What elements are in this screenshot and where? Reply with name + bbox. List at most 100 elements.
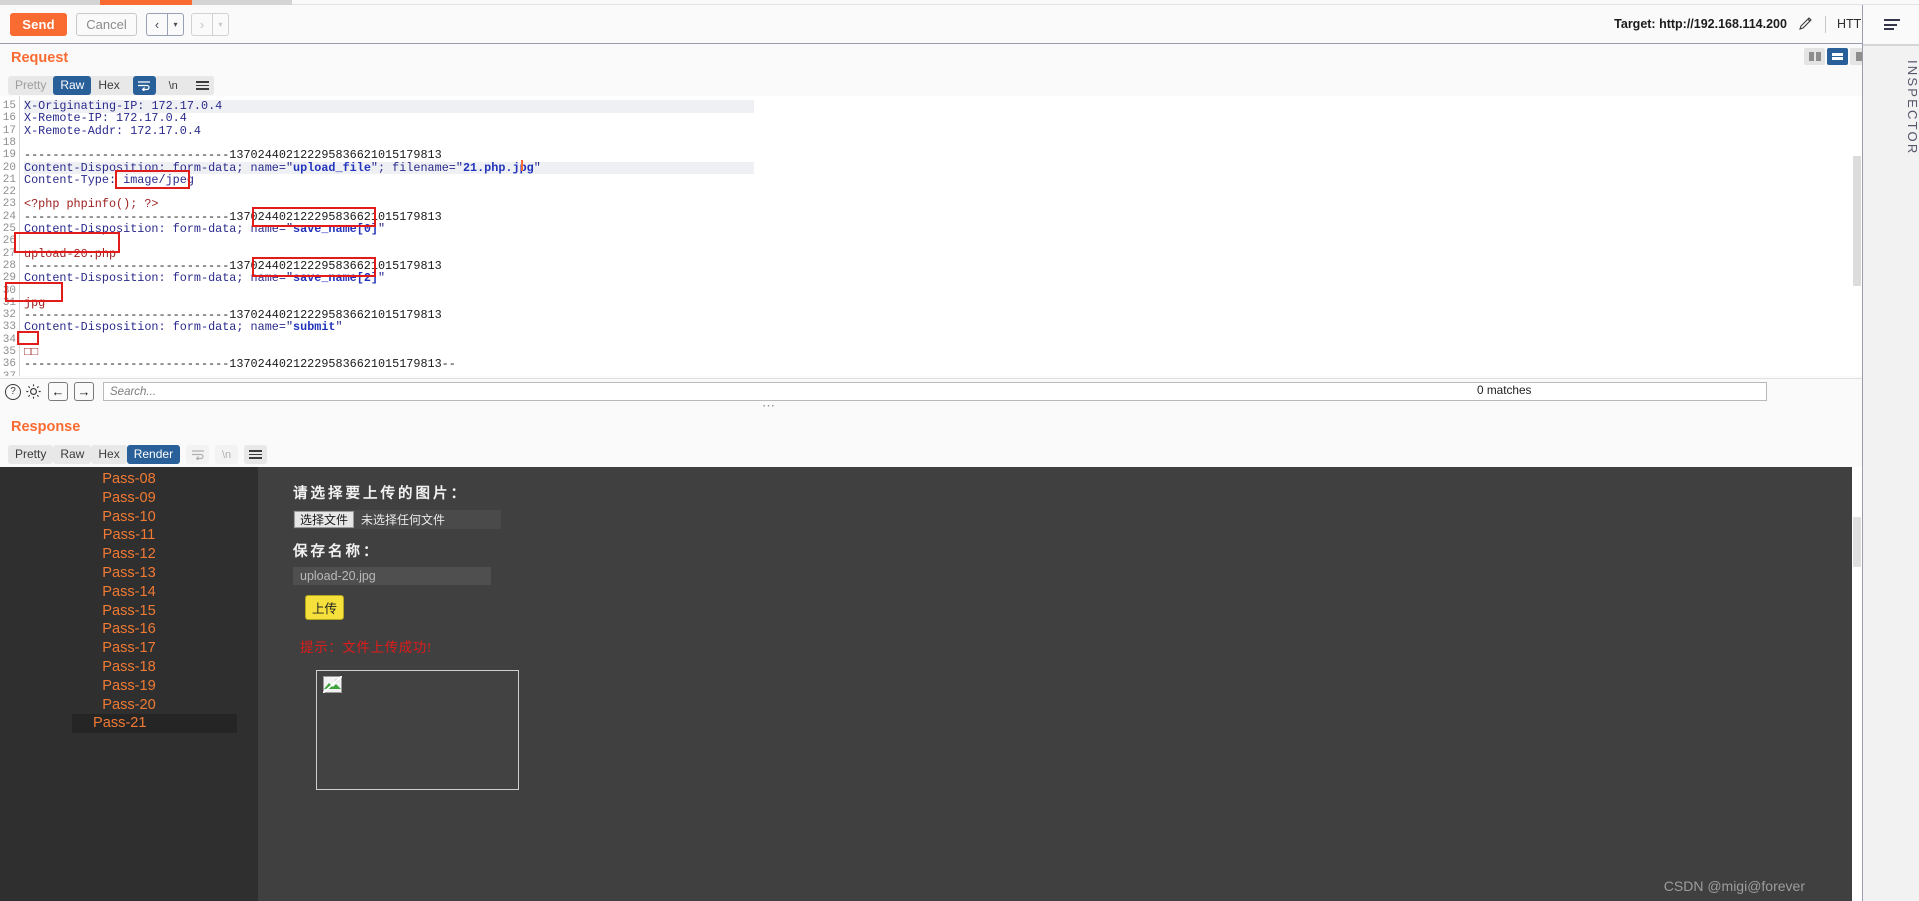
tab-request-pretty[interactable]: Pretty: [8, 76, 53, 95]
save-name-input[interactable]: upload-20.jpg: [293, 567, 491, 585]
broken-image-icon: [323, 676, 342, 693]
line-number: 22: [2, 186, 16, 199]
pass-nav-item[interactable]: Pass-10: [0, 508, 258, 527]
pass-nav-item[interactable]: Pass-11: [0, 526, 258, 545]
choose-file-button[interactable]: 选择文件: [294, 511, 355, 528]
line-number: 17: [2, 124, 16, 137]
response-menu-icon[interactable]: [244, 445, 268, 464]
tab-response-render[interactable]: Render: [126, 445, 181, 464]
line-number: 36: [2, 358, 16, 371]
newline-glyph-label: \n: [221, 448, 232, 461]
pass-nav-item[interactable]: Pass-19: [0, 677, 258, 696]
response-scrollbar-thumb[interactable]: [1853, 517, 1861, 567]
hamburger-glyph: [249, 448, 263, 462]
line-number: 24: [2, 210, 16, 223]
line-number: 20: [2, 161, 16, 174]
inspector-toggle-button[interactable]: [1863, 5, 1919, 45]
response-word-wrap-icon[interactable]: [186, 445, 210, 464]
rendered-page-main: 请选择要上传的图片： 选择文件 未选择任何文件 保存名称： upload-20.…: [258, 467, 1862, 901]
pass-nav-item[interactable]: Pass-20: [0, 696, 258, 715]
tab-response-raw[interactable]: Raw: [53, 445, 92, 464]
watermark-label: CSDN @migi@forever: [1663, 878, 1805, 894]
pass-nav-item[interactable]: Pass-15: [0, 602, 258, 621]
word-wrap-icon[interactable]: [132, 76, 156, 95]
newline-glyph-label: \n: [168, 79, 178, 92]
line-number: 19: [2, 149, 16, 162]
rendered-page-sidebar: Pass-08 Pass-09 Pass-10 Pass-11 Pass-12 Pass-…: [0, 467, 258, 901]
pass-nav-item[interactable]: Pass-13: [0, 564, 258, 583]
forward-button[interactable]: ›: [191, 12, 212, 36]
layout-stacked-button[interactable]: [1827, 48, 1848, 65]
annotation-box-save-name-2: [252, 257, 376, 277]
response-scrollbar[interactable]: [1852, 467, 1862, 901]
wrap-glyph-icon: [138, 81, 151, 91]
inspector-hamburger-icon: [1883, 17, 1900, 33]
target-label: Target: http://192.168.114.200: [1614, 17, 1787, 31]
tab-request-raw[interactable]: Raw: [53, 76, 92, 95]
request-menu-icon[interactable]: [190, 76, 214, 95]
forward-nav-group[interactable]: › ▾: [191, 12, 229, 36]
pass-nav-item[interactable]: Pass-14: [0, 583, 258, 602]
wrap-glyph-icon: [191, 450, 204, 460]
line-number: 37: [3, 371, 16, 376]
line-number: 16: [2, 112, 16, 125]
pass-nav-item[interactable]: Pass-09: [0, 489, 258, 508]
tab-response-pretty[interactable]: Pretty: [8, 445, 54, 464]
code-line[interactable]: X-Remote-Addr: 172.17.0.4: [24, 124, 201, 137]
annotation-box-upload-20-php: [14, 232, 120, 253]
uploaded-image-frame: [316, 670, 519, 790]
forward-dropdown-caret-icon[interactable]: ▾: [212, 12, 229, 36]
line-number: 21: [2, 173, 16, 186]
pass-nav-item[interactable]: Pass-17: [0, 639, 258, 658]
send-button[interactable]: Send: [10, 12, 67, 36]
line-number: 15: [2, 100, 16, 112]
pass-nav-item[interactable]: Pass-08: [0, 470, 258, 489]
request-view-tabs[interactable]: Pretty Raw Hex \n: [8, 76, 214, 95]
layout-toggle-group[interactable]: [1804, 48, 1871, 65]
line-number: 33: [2, 321, 16, 334]
show-newlines-icon[interactable]: \n: [161, 76, 185, 95]
line-number: 28: [2, 259, 16, 272]
pass-nav-item[interactable]: Pass-12: [0, 545, 258, 564]
search-next-button[interactable]: →: [74, 382, 94, 401]
pencil-icon[interactable]: [1798, 16, 1814, 32]
search-prev-button[interactable]: ←: [48, 382, 68, 401]
search-help-icon[interactable]: ?: [5, 383, 21, 400]
upload-prompt-label: 请选择要上传的图片：: [293, 486, 468, 502]
back-dropdown-caret-icon[interactable]: ▾: [167, 12, 184, 36]
back-button[interactable]: ‹: [146, 12, 167, 36]
pass-nav-item[interactable]: Pass-16: [0, 620, 258, 639]
request-panel-title: Request: [11, 50, 69, 66]
cancel-button[interactable]: Cancel: [76, 12, 137, 36]
upload-submit-button[interactable]: 上传: [305, 595, 345, 620]
no-file-selected-label: 未选择任何文件: [361, 513, 446, 527]
text-caret: [521, 160, 523, 171]
inspector-divider: [1863, 45, 1919, 46]
inspector-rail: INSPECTOR: [1862, 5, 1919, 901]
layout-side-by-side-button[interactable]: [1804, 48, 1825, 65]
gear-icon[interactable]: [25, 383, 42, 400]
request-scrollbar[interactable]: [1852, 96, 1862, 376]
back-nav-group[interactable]: ‹ ▾: [146, 12, 184, 36]
annotation-box-save-name-0: [252, 207, 376, 227]
code-line[interactable]: -----------------------------13702440212…: [24, 358, 456, 370]
line-number: 18: [2, 136, 16, 149]
tab-request-hex[interactable]: Hex: [91, 76, 126, 95]
request-scrollbar-thumb[interactable]: [1853, 156, 1861, 286]
pass-nav-item[interactable]: Pass-21: [72, 714, 237, 734]
inspector-label[interactable]: INSPECTOR: [1863, 60, 1919, 155]
line-number: 32: [2, 309, 16, 322]
panel-resize-handle[interactable]: ⋯: [762, 398, 777, 414]
line-number: 34: [2, 333, 16, 346]
hamburger-glyph: [195, 79, 209, 93]
file-input[interactable]: 选择文件 未选择任何文件: [293, 510, 501, 529]
line-number: 35: [2, 346, 16, 358]
pass-nav-list[interactable]: Pass-08 Pass-09 Pass-10 Pass-11 Pass-12 Pass-…: [0, 470, 258, 734]
request-editor[interactable]: 15 16 17 18 19 20 21 22 23 24 25 26 27 28 29 30 31 32 33 34…: [0, 96, 1862, 376]
response-view-tabs[interactable]: Pretty Raw Hex Render \n: [8, 445, 268, 464]
pass-nav-item[interactable]: Pass-18: [0, 658, 258, 677]
annotation-box-content-type: [115, 170, 190, 189]
code-line[interactable]: Content-Disposition: form-data; name="su…: [24, 321, 343, 333]
tab-response-hex[interactable]: Hex: [91, 445, 127, 464]
response-show-newlines-icon[interactable]: \n: [215, 445, 239, 464]
